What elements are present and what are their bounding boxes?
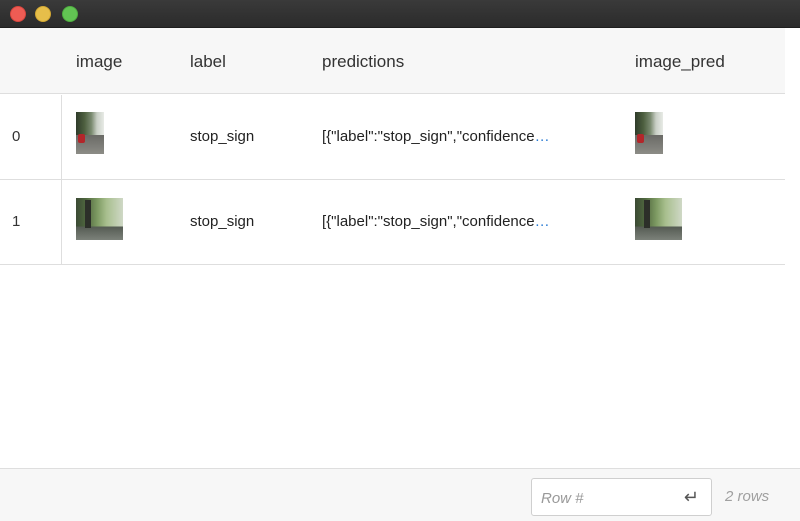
- zoom-window-button[interactable]: [62, 6, 78, 22]
- column-header-label[interactable]: label: [190, 52, 226, 72]
- column-header-image[interactable]: image: [76, 52, 122, 72]
- tree-trunk-shape: [85, 200, 91, 228]
- table-footer: ↵ 2 rows: [0, 468, 800, 521]
- image-pred-thumbnail[interactable]: [635, 198, 682, 240]
- index-column-divider: [61, 95, 62, 265]
- image-thumbnail[interactable]: [76, 112, 104, 154]
- predictions-cell[interactable]: [{"label":"stop_sign","confidence…: [322, 213, 550, 230]
- image-thumbnail[interactable]: [76, 198, 123, 240]
- window-titlebar: [0, 0, 800, 28]
- row-count: 2 rows: [725, 488, 770, 505]
- predictions-text: [{"label":"stop_sign","confidence: [322, 213, 535, 230]
- table-row[interactable]: 1 stop_sign [{"label":"stop_sign","confi…: [0, 180, 785, 265]
- truncation-ellipsis[interactable]: …: [535, 213, 550, 230]
- table-row[interactable]: 0 stop_sign [{"label":"stop_sign","confi…: [0, 95, 785, 180]
- tree-trunk-shape: [644, 200, 650, 228]
- row-number-input[interactable]: [541, 488, 676, 508]
- enter-icon[interactable]: ↵: [684, 487, 699, 508]
- truncation-ellipsis[interactable]: …: [535, 128, 550, 145]
- predictions-text: [{"label":"stop_sign","confidence: [322, 128, 535, 145]
- minimize-window-button[interactable]: [35, 6, 51, 22]
- close-window-button[interactable]: [10, 6, 26, 22]
- stop-sign-shape: [637, 134, 644, 143]
- row-number-field[interactable]: ↵: [531, 478, 712, 516]
- column-header-image-pred[interactable]: image_pred: [635, 52, 725, 72]
- row-index: 1: [12, 213, 21, 230]
- stop-sign-shape: [78, 134, 85, 143]
- table-header: image label predictions image_pred: [0, 28, 785, 94]
- predictions-cell[interactable]: [{"label":"stop_sign","confidence…: [322, 128, 550, 145]
- image-pred-thumbnail[interactable]: [635, 112, 663, 154]
- column-header-predictions[interactable]: predictions: [322, 52, 404, 72]
- row-index: 0: [12, 128, 21, 145]
- label-cell: stop_sign: [190, 213, 255, 230]
- label-cell: stop_sign: [190, 128, 255, 145]
